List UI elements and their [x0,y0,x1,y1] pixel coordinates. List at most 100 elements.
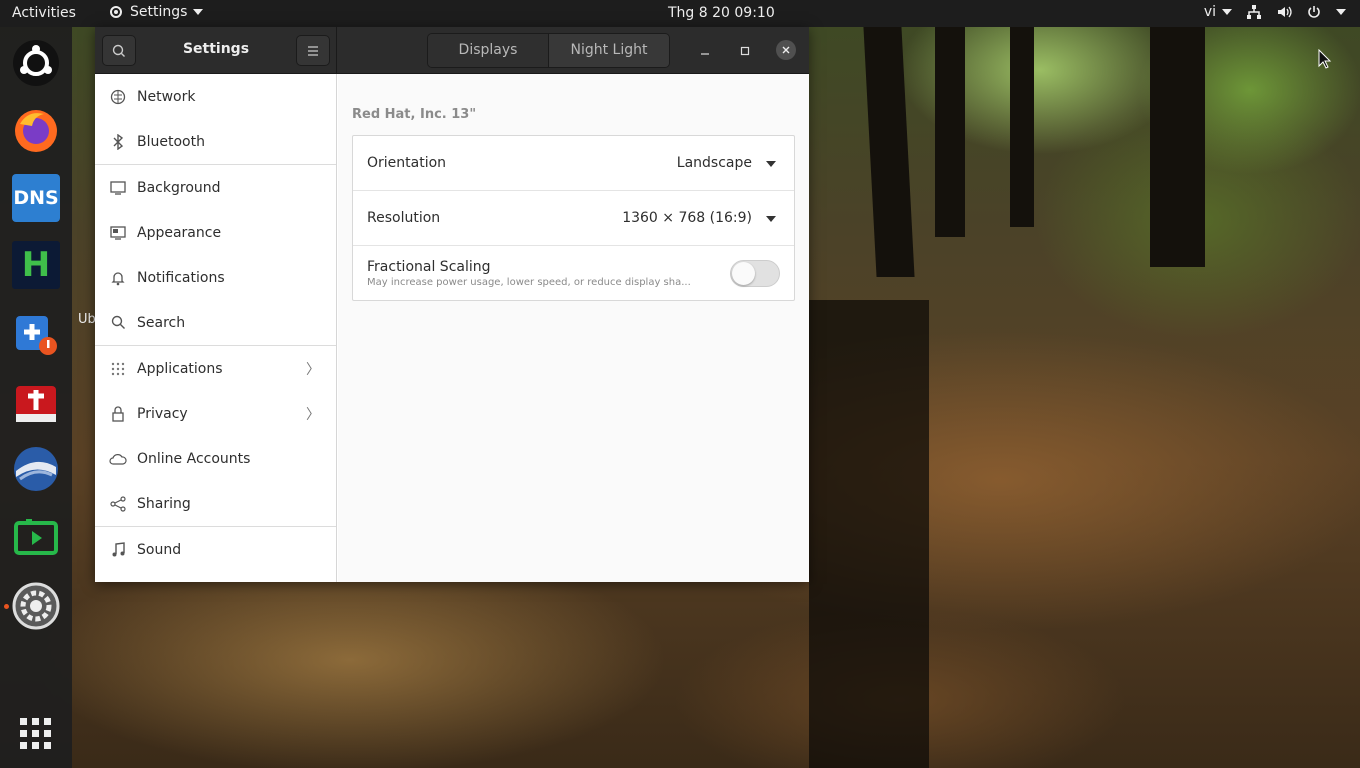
tree-trunk [1010,27,1034,227]
app-installer-icon[interactable] [12,378,60,426]
thunderbird-icon[interactable] [12,445,60,493]
mouse-cursor-icon [1318,49,1332,69]
app-menu-label: Settings [130,4,188,20]
hamburger-menu-button[interactable] [296,35,330,66]
chevron-right-icon: 〉 [306,361,320,378]
sidebar-item-sharing[interactable]: Sharing [95,481,336,526]
appearance-icon [109,224,127,242]
sidebar-item-label: Background [137,179,221,196]
input-method-menu[interactable]: vi [1204,4,1232,20]
orientation-value[interactable]: Landscape [677,155,752,171]
chevron-down-icon [1336,9,1346,15]
view-switcher: Displays Night Light [427,33,670,68]
sidebar-item-label: Search [137,314,186,331]
fractional-scaling-label: Fractional Scaling [367,259,491,275]
maximize-icon [740,46,750,56]
fractional-scaling-row: Fractional Scaling May increase power us… [353,246,794,301]
dock: DNS H [0,27,72,768]
chevron-down-icon [766,161,776,167]
dns-label: DNS [13,187,59,209]
show-apps-icon[interactable] [12,710,60,758]
h-app-label: H [21,245,51,285]
bluetooth-icon [109,133,127,151]
resolution-row[interactable]: Resolution 1360 × 768 (16:9) [353,191,794,246]
system-tray[interactable]: vi [1204,4,1346,20]
sidebar-header: Settings [95,27,337,74]
power-icon [1308,6,1320,18]
tab-night-light[interactable]: Night Light [548,34,669,67]
firefox-icon[interactable] [12,106,60,154]
clock[interactable]: Thg 8 20 09:10 [668,5,775,21]
sidebar: Network Bluetooth Background Appearance … [95,74,337,582]
sidebar-item-appearance[interactable]: Appearance [95,210,336,255]
maximize-button[interactable] [735,41,755,61]
tree-trunk [935,27,965,237]
menu-icon [308,45,318,56]
sidebar-item-label: Applications [137,360,223,377]
network-icon [109,88,127,106]
minimize-button[interactable] [695,41,715,61]
resolution-label: Resolution [367,210,441,226]
tree-shadow [809,300,929,768]
fractional-scaling-toggle[interactable] [730,260,780,287]
sidebar-item-label: Privacy [137,405,188,422]
toggle-knob [732,262,755,285]
tree-trunk [1150,27,1205,267]
sidebar-item-label: Appearance [137,224,222,241]
sidebar-item-sound[interactable]: Sound [95,527,336,572]
chevron-down-icon [193,9,204,15]
chevron-down-icon [766,216,776,222]
header-bar: Settings Displays Night Light [95,27,809,74]
sidebar-item-background[interactable]: Background [95,165,336,210]
bell-icon [109,269,127,287]
displays-panel: Red Hat, Inc. 13" Orientation Landscape … [338,74,809,582]
top-bar: Activities Settings Thg 8 20 09:10 vi [0,0,1360,27]
settings-icon[interactable] [12,582,60,630]
display-settings-list: Orientation Landscape Resolution 1360 × … [352,135,795,301]
sidebar-item-label: Online Accounts [137,450,251,467]
sidebar-item-privacy[interactable]: Privacy 〉 [95,391,336,436]
close-button[interactable] [776,40,796,60]
h-app-icon[interactable]: H [12,241,60,289]
settings-window: Settings Displays Night Light Network Bl… [95,27,809,582]
sidebar-item-search[interactable]: Search [95,300,336,345]
close-icon [782,46,790,54]
tree-trunk [863,27,915,277]
sidebar-item-label: Sound [137,541,182,558]
tab-displays[interactable]: Displays [428,34,548,67]
search-icon [109,314,127,332]
sidebar-item-label: Notifications [137,269,225,286]
share-icon [109,495,127,513]
sidebar-item-label: Sharing [137,495,191,512]
sidebar-item-network[interactable]: Network [95,74,336,119]
sidebar-item-online-accounts[interactable]: Online Accounts [95,436,336,481]
music-note-icon [109,541,127,559]
lock-icon [109,405,127,423]
sidebar-item-applications[interactable]: Applications 〉 [95,346,336,391]
network-wired-icon [1247,5,1261,19]
minimize-icon [701,53,709,55]
fractional-scaling-description: May increase power usage, lower speed, o… [367,277,691,288]
sidebar-item-label: Network [137,88,196,105]
dock-tooltip-fragment: Ub [78,312,96,327]
orientation-label: Orientation [367,155,447,171]
cloud-icon [109,450,127,468]
sidebar-item-bluetooth[interactable]: Bluetooth [95,119,336,164]
gear-icon [110,6,122,18]
chevron-right-icon: 〉 [306,406,320,423]
monitor-name: Red Hat, Inc. 13" [352,107,477,122]
background-icon [109,179,127,197]
orientation-row[interactable]: Orientation Landscape [353,136,794,191]
screen-recorder-icon[interactable] [12,513,60,561]
app-menu[interactable]: Settings [108,4,204,20]
dns-icon[interactable]: DNS [12,174,60,222]
chevron-down-icon [1222,9,1232,15]
activities-button[interactable]: Activities [12,5,76,21]
volume-icon [1278,6,1292,18]
ubuntu-icon[interactable] [12,39,60,87]
sidebar-item-label: Bluetooth [137,133,205,150]
resolution-value[interactable]: 1360 × 768 (16:9) [622,210,752,226]
input-method-label: vi [1203,4,1216,20]
software-updater-icon[interactable] [12,310,60,358]
sidebar-item-notifications[interactable]: Notifications [95,255,336,300]
